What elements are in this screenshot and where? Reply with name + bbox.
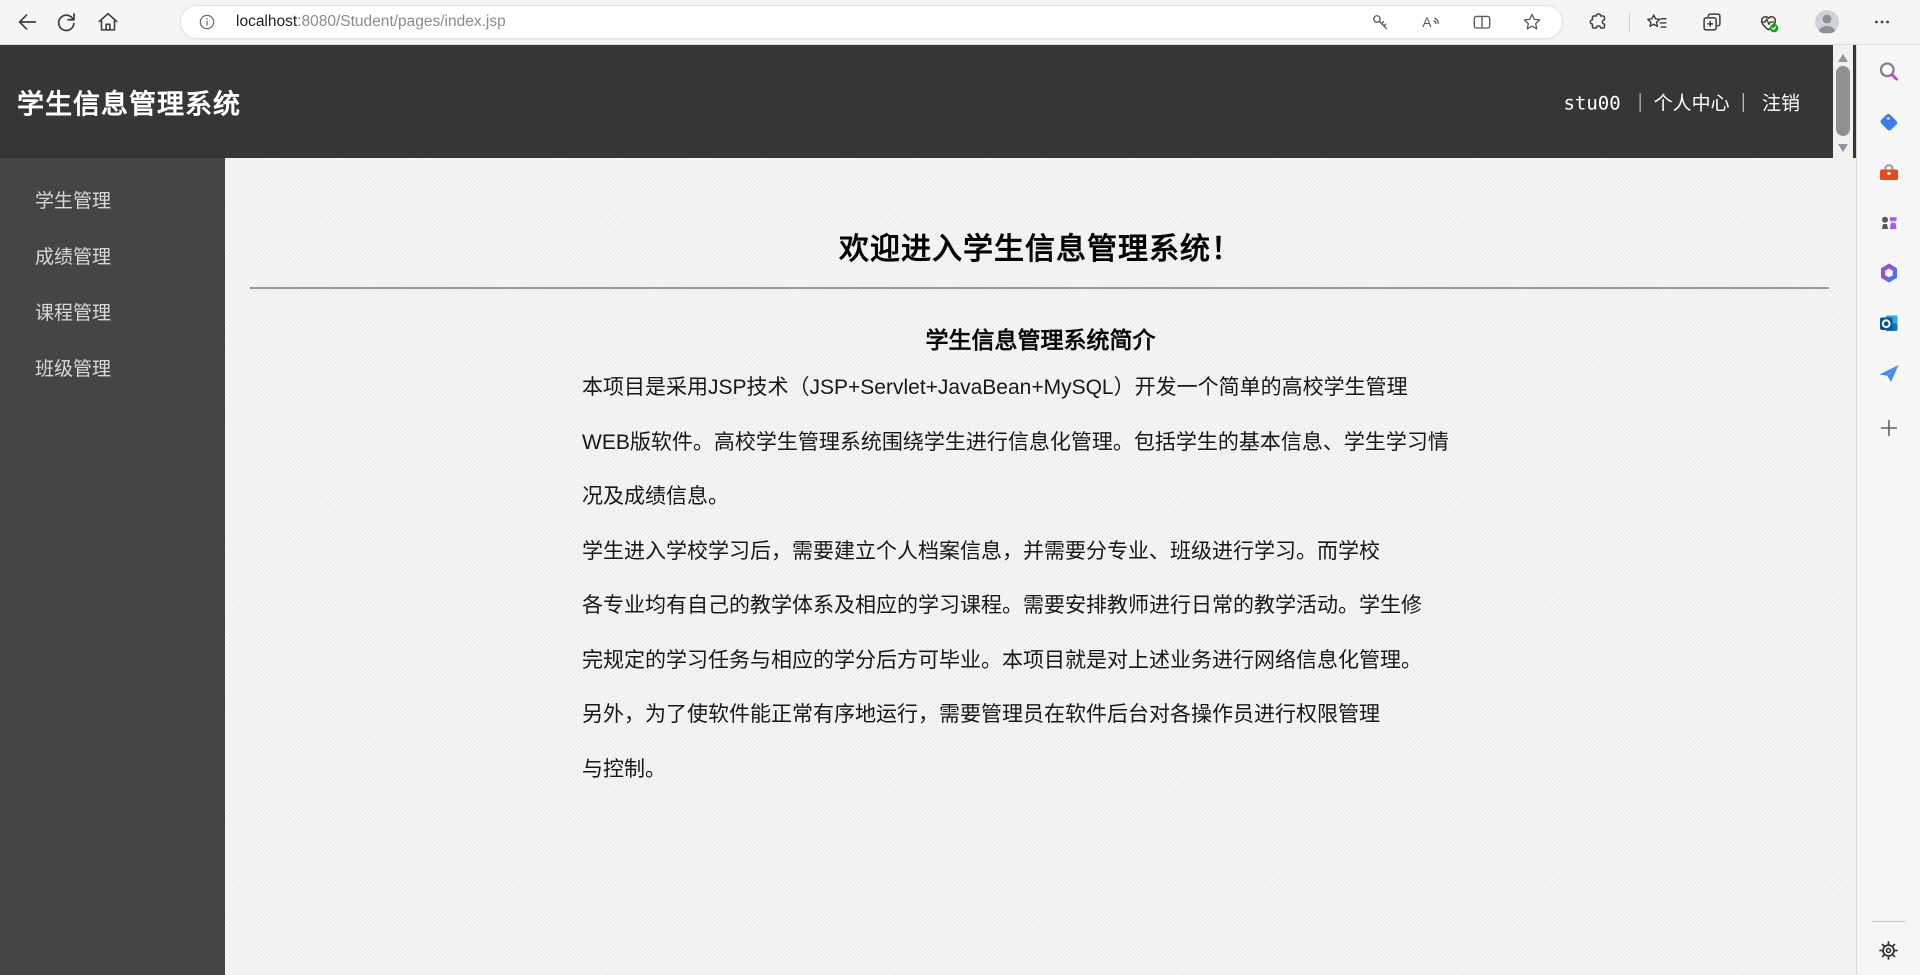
- url-host: localhost: [236, 13, 298, 30]
- header-frame-scrollbar[interactable]: [1833, 45, 1853, 158]
- back-button[interactable]: [13, 8, 41, 36]
- paragraph-line: 与控制。: [582, 757, 666, 781]
- divider-rule: [250, 287, 1829, 289]
- paragraph-line: 完规定的学习任务与相应的学分后方可毕业。本项目就是对上述业务进行网络信息化管理。: [582, 648, 1422, 672]
- sidebar-item-class-mgmt[interactable]: 班级管理: [0, 342, 225, 398]
- welcome-title: 欢迎进入学生信息管理系统！: [839, 233, 1242, 266]
- site-info-button[interactable]: [194, 9, 220, 35]
- toolbox-icon: [1879, 164, 1898, 180]
- shopping-tag-icon: [1879, 113, 1897, 131]
- drop-paper-plane-icon: [1879, 365, 1898, 382]
- outlook-icon: [1879, 315, 1897, 331]
- browser-toolbar: localhost:8080/Student/pages/index.jsp A: [0, 0, 1920, 45]
- sidebar-item-course-mgmt[interactable]: 课程管理: [0, 286, 225, 342]
- app-header: 学生信息管理系统 stu00 ｜个人中心｜ 注销: [0, 45, 1856, 158]
- browser-essentials-button[interactable]: [1754, 8, 1782, 36]
- paragraph-line: 学生进入学校学习后，需要建立个人档案信息，并需要分专业、班级进行学习。而学校: [582, 539, 1380, 563]
- collections-button[interactable]: [1698, 8, 1726, 36]
- favorites-list-icon: [1647, 14, 1667, 28]
- read-aloud-icon: A: [1422, 15, 1439, 30]
- refresh-button[interactable]: [52, 8, 80, 36]
- main-content: 欢迎进入学生信息管理系统！ 学生信息管理系统简介 本项目是采用JSP技术（JSP…: [225, 158, 1856, 975]
- scrollbar-thumb[interactable]: [1836, 66, 1850, 136]
- scrollbar-down-arrow[interactable]: [1838, 144, 1848, 152]
- separator: ｜: [1630, 93, 1650, 114]
- search-icon: [1879, 62, 1898, 81]
- sidebar-menu: 学生管理 成绩管理 课程管理 班级管理: [0, 158, 225, 975]
- rail-outlook-button[interactable]: [1874, 308, 1904, 338]
- microsoft-365-icon: [1880, 263, 1897, 283]
- paragraph-line: 况及成绩信息。: [582, 485, 729, 508]
- profile-button[interactable]: [1813, 8, 1841, 36]
- svg-text:A: A: [1422, 15, 1432, 30]
- key-icon: [1372, 14, 1387, 29]
- sidebar-item-student-mgmt[interactable]: 学生管理: [0, 174, 225, 230]
- plus-icon: [1880, 419, 1897, 437]
- toolbar-separator: [1629, 12, 1630, 33]
- rail-games-button[interactable]: [1874, 208, 1904, 238]
- collections-icon: [1703, 13, 1721, 31]
- intro-paragraphs: 本项目是采用JSP技术（JSP+Servlet+JavaBean+MySQL）开…: [582, 361, 1482, 797]
- favorite-button[interactable]: [1519, 9, 1545, 35]
- intro-title: 学生信息管理系统简介: [925, 327, 1156, 353]
- rail-tools-button[interactable]: [1874, 158, 1904, 188]
- favorites-list-button[interactable]: [1643, 8, 1671, 36]
- paragraph-line: WEB版软件。高校学生管理系统围绕学生进行信息化管理。包括学生的基本信息、学生学…: [582, 430, 1449, 454]
- site-info-icon: [199, 14, 215, 30]
- separator: ｜: [1733, 93, 1753, 114]
- rail-shopping-button[interactable]: [1874, 107, 1904, 137]
- edge-sidebar-rail: [1856, 45, 1920, 975]
- logout-link[interactable]: 注销: [1762, 93, 1800, 114]
- profile-center-link[interactable]: 个人中心: [1654, 93, 1730, 114]
- back-icon: [18, 14, 37, 30]
- rail-divider: [1872, 921, 1905, 922]
- split-screen-icon: [1473, 15, 1491, 29]
- rail-drop-button[interactable]: [1874, 358, 1904, 388]
- read-aloud-button[interactable]: A: [1418, 9, 1444, 35]
- url-path: :8080/Student/pages/index.jsp: [297, 13, 506, 30]
- browser-essentials-icon: [1760, 15, 1778, 32]
- paragraph-line: 各专业均有自己的教学体系及相应的学习课程。需要安排教师进行日常的教学活动。学生修: [582, 594, 1422, 617]
- rail-add-button[interactable]: [1874, 413, 1904, 443]
- rail-settings-button[interactable]: [1874, 935, 1904, 965]
- games-icon: [1881, 216, 1897, 229]
- refresh-icon: [57, 12, 75, 32]
- split-screen-button[interactable]: [1469, 9, 1495, 35]
- app-title: 学生信息管理系统: [17, 89, 241, 119]
- profile-avatar-icon: [1815, 10, 1839, 34]
- page-viewport: 学生信息管理系统 stu00 ｜个人中心｜ 注销 学生管理 成绩管理 课程管理 班…: [0, 45, 1856, 975]
- extensions-icon: [1589, 13, 1606, 29]
- extensions-button[interactable]: [1584, 8, 1612, 36]
- rail-search-button[interactable]: [1874, 57, 1904, 87]
- home-button[interactable]: [94, 8, 122, 36]
- user-box: stu00 ｜个人中心｜ 注销: [1563, 88, 1800, 115]
- home-icon: [98, 12, 118, 31]
- settings-gear-icon: [1879, 940, 1898, 960]
- more-options-button[interactable]: [1868, 8, 1896, 36]
- url-text[interactable]: localhost:8080/Student/pages/index.jsp: [236, 6, 506, 38]
- favorite-star-icon: [1523, 13, 1541, 30]
- paragraph-line: 本项目是采用JSP技术（JSP+Servlet+JavaBean+MySQL）开…: [582, 376, 1408, 399]
- address-bar[interactable]: localhost:8080/Student/pages/index.jsp A: [180, 5, 1563, 39]
- scrollbar-up-arrow[interactable]: [1838, 54, 1848, 62]
- username: stu00: [1563, 92, 1621, 114]
- password-button[interactable]: [1367, 9, 1393, 35]
- more-options-icon: [1875, 20, 1889, 24]
- sidebar-item-grade-mgmt[interactable]: 成绩管理: [0, 230, 225, 286]
- paragraph-line: 另外，为了使软件能正常有序地运行，需要管理员在软件后台对各操作员进行权限管理: [582, 703, 1380, 726]
- rail-microsoft365-button[interactable]: [1874, 258, 1904, 288]
